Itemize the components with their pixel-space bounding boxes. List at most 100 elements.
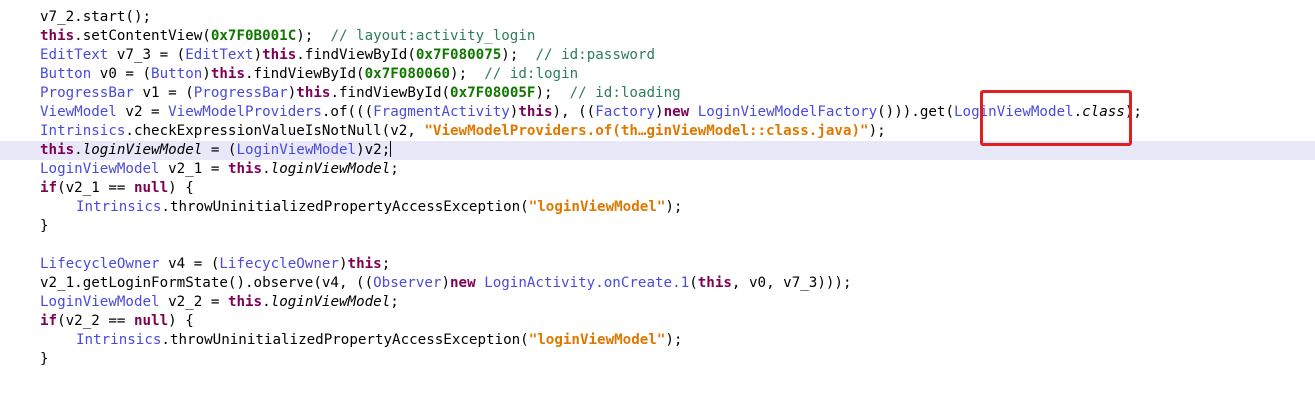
code-token: // layout:activity_login xyxy=(330,28,536,44)
code-token: } xyxy=(40,351,49,367)
code-token: v0 = ( xyxy=(91,66,152,82)
code-token: loginViewModel xyxy=(270,161,391,177)
code-token: 0x7F080075 xyxy=(415,47,502,63)
code-token: // id:login xyxy=(484,66,579,82)
code-token: Intrinsics xyxy=(76,332,162,348)
code-token: v2_1 = xyxy=(159,161,228,177)
code-token: LoginViewModel xyxy=(40,294,160,310)
code-line[interactable]: LifecycleOwner v4 = (LifecycleOwner)this… xyxy=(0,255,1315,274)
code-line[interactable]: } xyxy=(0,217,1315,236)
code-token: LoginViewModelFactory xyxy=(697,104,878,120)
code-token: .of((( xyxy=(321,104,374,120)
code-line[interactable]: v2_1.getLoginFormState().observe(v4, ((O… xyxy=(0,274,1315,293)
code-line[interactable]: this.setContentView(0x7F0B001C); // layo… xyxy=(0,27,1315,46)
code-token: ) xyxy=(655,104,664,120)
code-line[interactable] xyxy=(0,236,1315,255)
code-token: "loginViewModel" xyxy=(528,332,666,348)
code-token: null xyxy=(133,313,169,329)
code-text: this.loginViewModel = (LoginViewModel)v2… xyxy=(40,141,392,160)
code-token: ProgressBar xyxy=(193,85,288,101)
code-token: v2_1.getLoginFormState().observe(v4, (( xyxy=(40,275,374,291)
code-line[interactable]: } xyxy=(0,350,1315,369)
code-token: ; xyxy=(381,256,391,272)
code-token: LifecycleOwner xyxy=(40,256,160,272)
code-token: Button xyxy=(151,66,203,82)
code-token: ) { xyxy=(168,180,194,196)
code-line[interactable]: Button v0 = (Button)this.findViewById(0x… xyxy=(0,65,1315,84)
code-token: ); xyxy=(535,85,570,101)
code-line[interactable]: if(v2_1 == null) { xyxy=(0,179,1315,198)
code-text: ProgressBar v1 = (ProgressBar)this.findV… xyxy=(40,84,681,103)
code-token: Intrinsics xyxy=(40,123,126,139)
code-text: v2_1.getLoginFormState().observe(v4, ((O… xyxy=(40,274,852,293)
code-text: this.setContentView(0x7F0B001C); // layo… xyxy=(40,27,535,46)
code-token: . xyxy=(74,142,83,158)
code-token: ; xyxy=(390,161,399,177)
code-token: this xyxy=(347,256,382,272)
code-token: } xyxy=(40,218,49,234)
code-token: Observer xyxy=(373,275,442,291)
code-token: this xyxy=(40,28,75,44)
code-token: EditText xyxy=(40,47,109,63)
code-token: (v2_1 == xyxy=(57,180,134,196)
code-token: Button xyxy=(40,66,92,82)
code-token: EditText xyxy=(185,47,254,63)
code-token: ), (( xyxy=(552,104,596,120)
code-token: null xyxy=(133,180,169,196)
code-token: LifecycleOwner xyxy=(219,256,339,272)
code-token: "loginViewModel" xyxy=(528,199,666,215)
code-token: . xyxy=(262,161,271,177)
code-token: ())).get( xyxy=(877,104,954,120)
code-text: Button v0 = (Button)this.findViewById(0x… xyxy=(40,65,578,84)
code-token: ); xyxy=(501,47,536,63)
code-token: loginViewModel xyxy=(82,142,203,158)
code-text: LoginViewModel v2_2 = this.loginViewMode… xyxy=(40,293,399,312)
code-token: LoginActivity.onCreate.1 xyxy=(484,275,690,291)
code-text: if(v2_1 == null) { xyxy=(40,179,194,198)
code-token: // id:password xyxy=(535,47,656,63)
code-line[interactable]: v7_2.start(); xyxy=(0,8,1315,27)
code-token: = ( xyxy=(202,142,237,158)
code-token: 0x7F080060 xyxy=(364,66,451,82)
code-line[interactable]: if(v2_2 == null) { xyxy=(0,312,1315,331)
code-text: EditText v7_3 = (EditText)this.findViewB… xyxy=(40,46,655,65)
code-token: ); xyxy=(868,123,886,139)
code-token: v2_2 = xyxy=(159,294,228,310)
code-editor[interactable]: v7_2.start(); this.setContentView(0x7F0B0… xyxy=(0,0,1315,400)
code-token: ); xyxy=(665,332,683,348)
annotation-highlight-box xyxy=(980,90,1132,146)
code-line[interactable]: LoginViewModel v2_1 = this.loginViewMode… xyxy=(0,160,1315,179)
code-text: } xyxy=(40,217,49,236)
code-token: .findViewById( xyxy=(296,47,416,63)
code-token: ) xyxy=(287,85,297,101)
code-token: .throwUninitializedPropertyAccessExcepti… xyxy=(161,199,529,215)
code-line[interactable]: Intrinsics.throwUninitializedPropertyAcc… xyxy=(0,331,1315,350)
code-line[interactable]: Intrinsics.throwUninitializedPropertyAcc… xyxy=(0,198,1315,217)
code-token: v7_3 = ( xyxy=(108,47,186,63)
code-token: v7_2.start(); xyxy=(40,9,152,25)
code-token: ) xyxy=(253,47,263,63)
code-token: if xyxy=(40,313,58,329)
code-token: this xyxy=(262,47,297,63)
code-text: Intrinsics.throwUninitializedPropertyAcc… xyxy=(76,198,682,217)
code-token: ) { xyxy=(168,313,194,329)
code-text: Intrinsics.throwUninitializedPropertyAcc… xyxy=(76,331,682,350)
code-line[interactable]: LoginViewModel v2_2 = this.loginViewMode… xyxy=(0,293,1315,312)
code-text: LifecycleOwner v4 = (LifecycleOwner)this… xyxy=(40,255,390,274)
code-token: ( xyxy=(689,275,698,291)
code-token: // id:loading xyxy=(569,85,681,101)
code-token: if xyxy=(40,180,58,196)
code-token: this xyxy=(40,142,75,158)
code-line[interactable]: EditText v7_3 = (EditText)this.findViewB… xyxy=(0,46,1315,65)
code-token: 0x7F0B001C xyxy=(210,28,297,44)
code-token: ViewModel xyxy=(40,104,117,120)
code-text: } xyxy=(40,350,49,369)
code-token: ); xyxy=(296,28,331,44)
code-token: v2 = xyxy=(116,104,169,120)
code-token: v1 = ( xyxy=(133,85,194,101)
code-token: .setContentView( xyxy=(74,28,211,44)
code-token: loginViewModel xyxy=(270,294,391,310)
code-token: .findViewById( xyxy=(245,66,365,82)
code-token: Factory xyxy=(595,104,656,120)
